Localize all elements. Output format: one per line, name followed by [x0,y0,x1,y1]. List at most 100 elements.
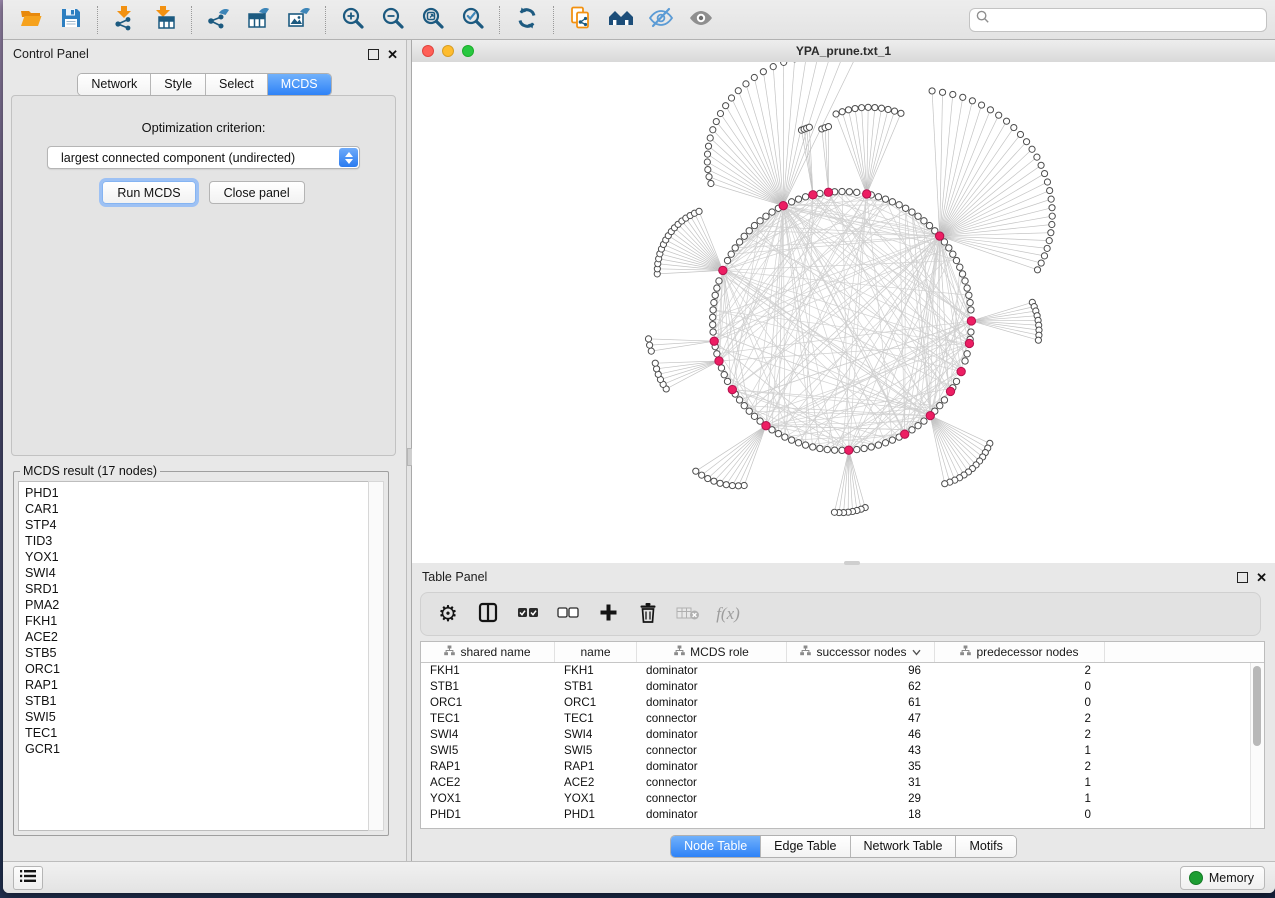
open-folder-icon [18,5,44,34]
zoom-in-button[interactable] [333,3,373,37]
result-node[interactable]: STP4 [25,517,369,533]
select-all-button[interactable] [513,599,543,629]
float-panel-icon[interactable] [1237,572,1248,583]
delete-table-button[interactable] [673,599,703,629]
mcds-result-list[interactable]: PHD1CAR1STP4TID3YOX1SWI4SRD1PMA2FKH1ACE2… [18,481,370,831]
result-node[interactable]: TID3 [25,533,369,549]
export-table-button[interactable] [239,3,279,37]
network-canvas[interactable] [412,62,1275,563]
result-node[interactable]: STB5 [25,645,369,661]
result-node[interactable]: SWI5 [25,709,369,725]
column-header-name[interactable]: name [555,642,637,662]
float-panel-icon[interactable] [368,49,379,60]
cell: ORC1 [421,695,555,711]
fx-icon: f(x) [716,604,740,624]
close-panel-button[interactable]: Close panel [209,181,305,204]
zoom-selected-button[interactable] [453,3,493,37]
result-node[interactable]: PMA2 [25,597,369,613]
column-header-predecessor-nodes[interactable]: predecessor nodes [935,642,1105,662]
result-node[interactable]: CAR1 [25,501,369,517]
tab-mcds[interactable]: MCDS [268,74,331,95]
cell: 1 [935,791,1105,807]
column-header-MCDS-role[interactable]: MCDS role [637,642,787,662]
first-neighbors-button[interactable] [601,3,641,37]
refresh-button[interactable] [507,3,547,37]
table-row[interactable]: PHD1PHD1dominator180 [421,807,1264,823]
cell: RAP1 [555,759,637,775]
result-node[interactable]: FKH1 [25,613,369,629]
network-titlebar[interactable]: YPA_prune.txt_1 [412,40,1275,63]
optimization-select[interactable]: largest connected component (undirected) [47,146,360,169]
export-network-button[interactable] [199,3,239,37]
delete-column-button[interactable] [633,599,663,629]
result-scrollbar[interactable] [368,481,384,831]
trash-icon [638,602,658,626]
table-row[interactable]: TEC1TEC1connector472 [421,711,1264,727]
memory-button[interactable]: Memory [1180,866,1265,890]
table-row[interactable]: SWI5SWI5connector431 [421,743,1264,759]
table-row[interactable]: YOX1YOX1connector291 [421,791,1264,807]
show-all-button[interactable] [681,3,721,37]
table-header-row: shared namenameMCDS rolesuccessor nodesp… [421,642,1264,663]
tab-network[interactable]: Network [78,74,151,95]
import-network-button[interactable] [105,3,145,37]
run-mcds-button[interactable]: Run MCDS [102,181,195,204]
result-node[interactable]: GCR1 [25,741,369,757]
table-row[interactable]: SWI4SWI4dominator462 [421,727,1264,743]
cell: SWI4 [421,727,555,743]
horizontal-splitter-grip[interactable] [844,561,860,565]
zoom-fit-button[interactable] [413,3,453,37]
table-tab-edge-table[interactable]: Edge Table [761,836,850,857]
table-scrollbar[interactable] [1250,663,1264,828]
share-network-button[interactable] [561,3,601,37]
export-image-button[interactable] [279,3,319,37]
table-tab-node-table[interactable]: Node Table [671,836,761,857]
column-header-shared-name[interactable]: shared name [421,642,555,662]
mcds-tab-content: Optimization criterion: largest connecte… [11,95,396,456]
cell: dominator [637,759,787,775]
result-node[interactable]: PHD1 [25,485,369,501]
result-node[interactable]: ORC1 [25,661,369,677]
deselect-all-button[interactable] [553,599,583,629]
table-settings-button[interactable]: ⚙ [433,599,463,629]
cell: 1 [935,743,1105,759]
search-input[interactable] [994,12,1260,28]
hide-selected-button[interactable] [641,3,681,37]
zoom-selected-icon [460,5,486,34]
table-tab-network-table[interactable]: Network Table [851,836,957,857]
import-table-button[interactable] [145,3,185,37]
tab-select[interactable]: Select [206,74,268,95]
table-row[interactable]: RAP1RAP1dominator352 [421,759,1264,775]
table-row[interactable]: ORC1ORC1dominator610 [421,695,1264,711]
result-node[interactable]: ACE2 [25,629,369,645]
toolbar-separator [191,6,193,34]
column-header-successor-nodes[interactable]: successor nodes [787,642,935,662]
table-row[interactable]: STB1STB1dominator620 [421,679,1264,695]
result-node[interactable]: RAP1 [25,677,369,693]
cell: 46 [787,727,935,743]
cell: dominator [637,679,787,695]
add-column-button[interactable] [593,599,623,629]
mcds-result-box: MCDS result (17 nodes) PHD1CAR1STP4TID3Y… [13,464,389,836]
close-panel-icon[interactable]: ✕ [1256,573,1267,582]
task-history-button[interactable] [13,866,43,890]
function-builder-button[interactable]: f(x) [713,599,743,629]
table-scrollbar-thumb[interactable] [1253,666,1261,746]
zoom-out-button[interactable] [373,3,413,37]
tab-style[interactable]: Style [151,74,206,95]
table-tab-motifs[interactable]: Motifs [956,836,1015,857]
close-panel-icon[interactable]: ✕ [387,50,398,59]
cell: YOX1 [421,791,555,807]
show-columns-button[interactable] [473,599,503,629]
table-body: FKH1FKH1dominator962STB1STB1dominator620… [421,663,1264,823]
attribute-icon [800,645,811,659]
result-node[interactable]: TEC1 [25,725,369,741]
result-node[interactable]: SWI4 [25,565,369,581]
result-node[interactable]: SRD1 [25,581,369,597]
result-node[interactable]: YOX1 [25,549,369,565]
result-node[interactable]: STB1 [25,693,369,709]
open-file-button[interactable] [11,3,51,37]
table-row[interactable]: ACE2ACE2connector311 [421,775,1264,791]
save-session-button[interactable] [51,3,91,37]
table-row[interactable]: FKH1FKH1dominator962 [421,663,1264,679]
